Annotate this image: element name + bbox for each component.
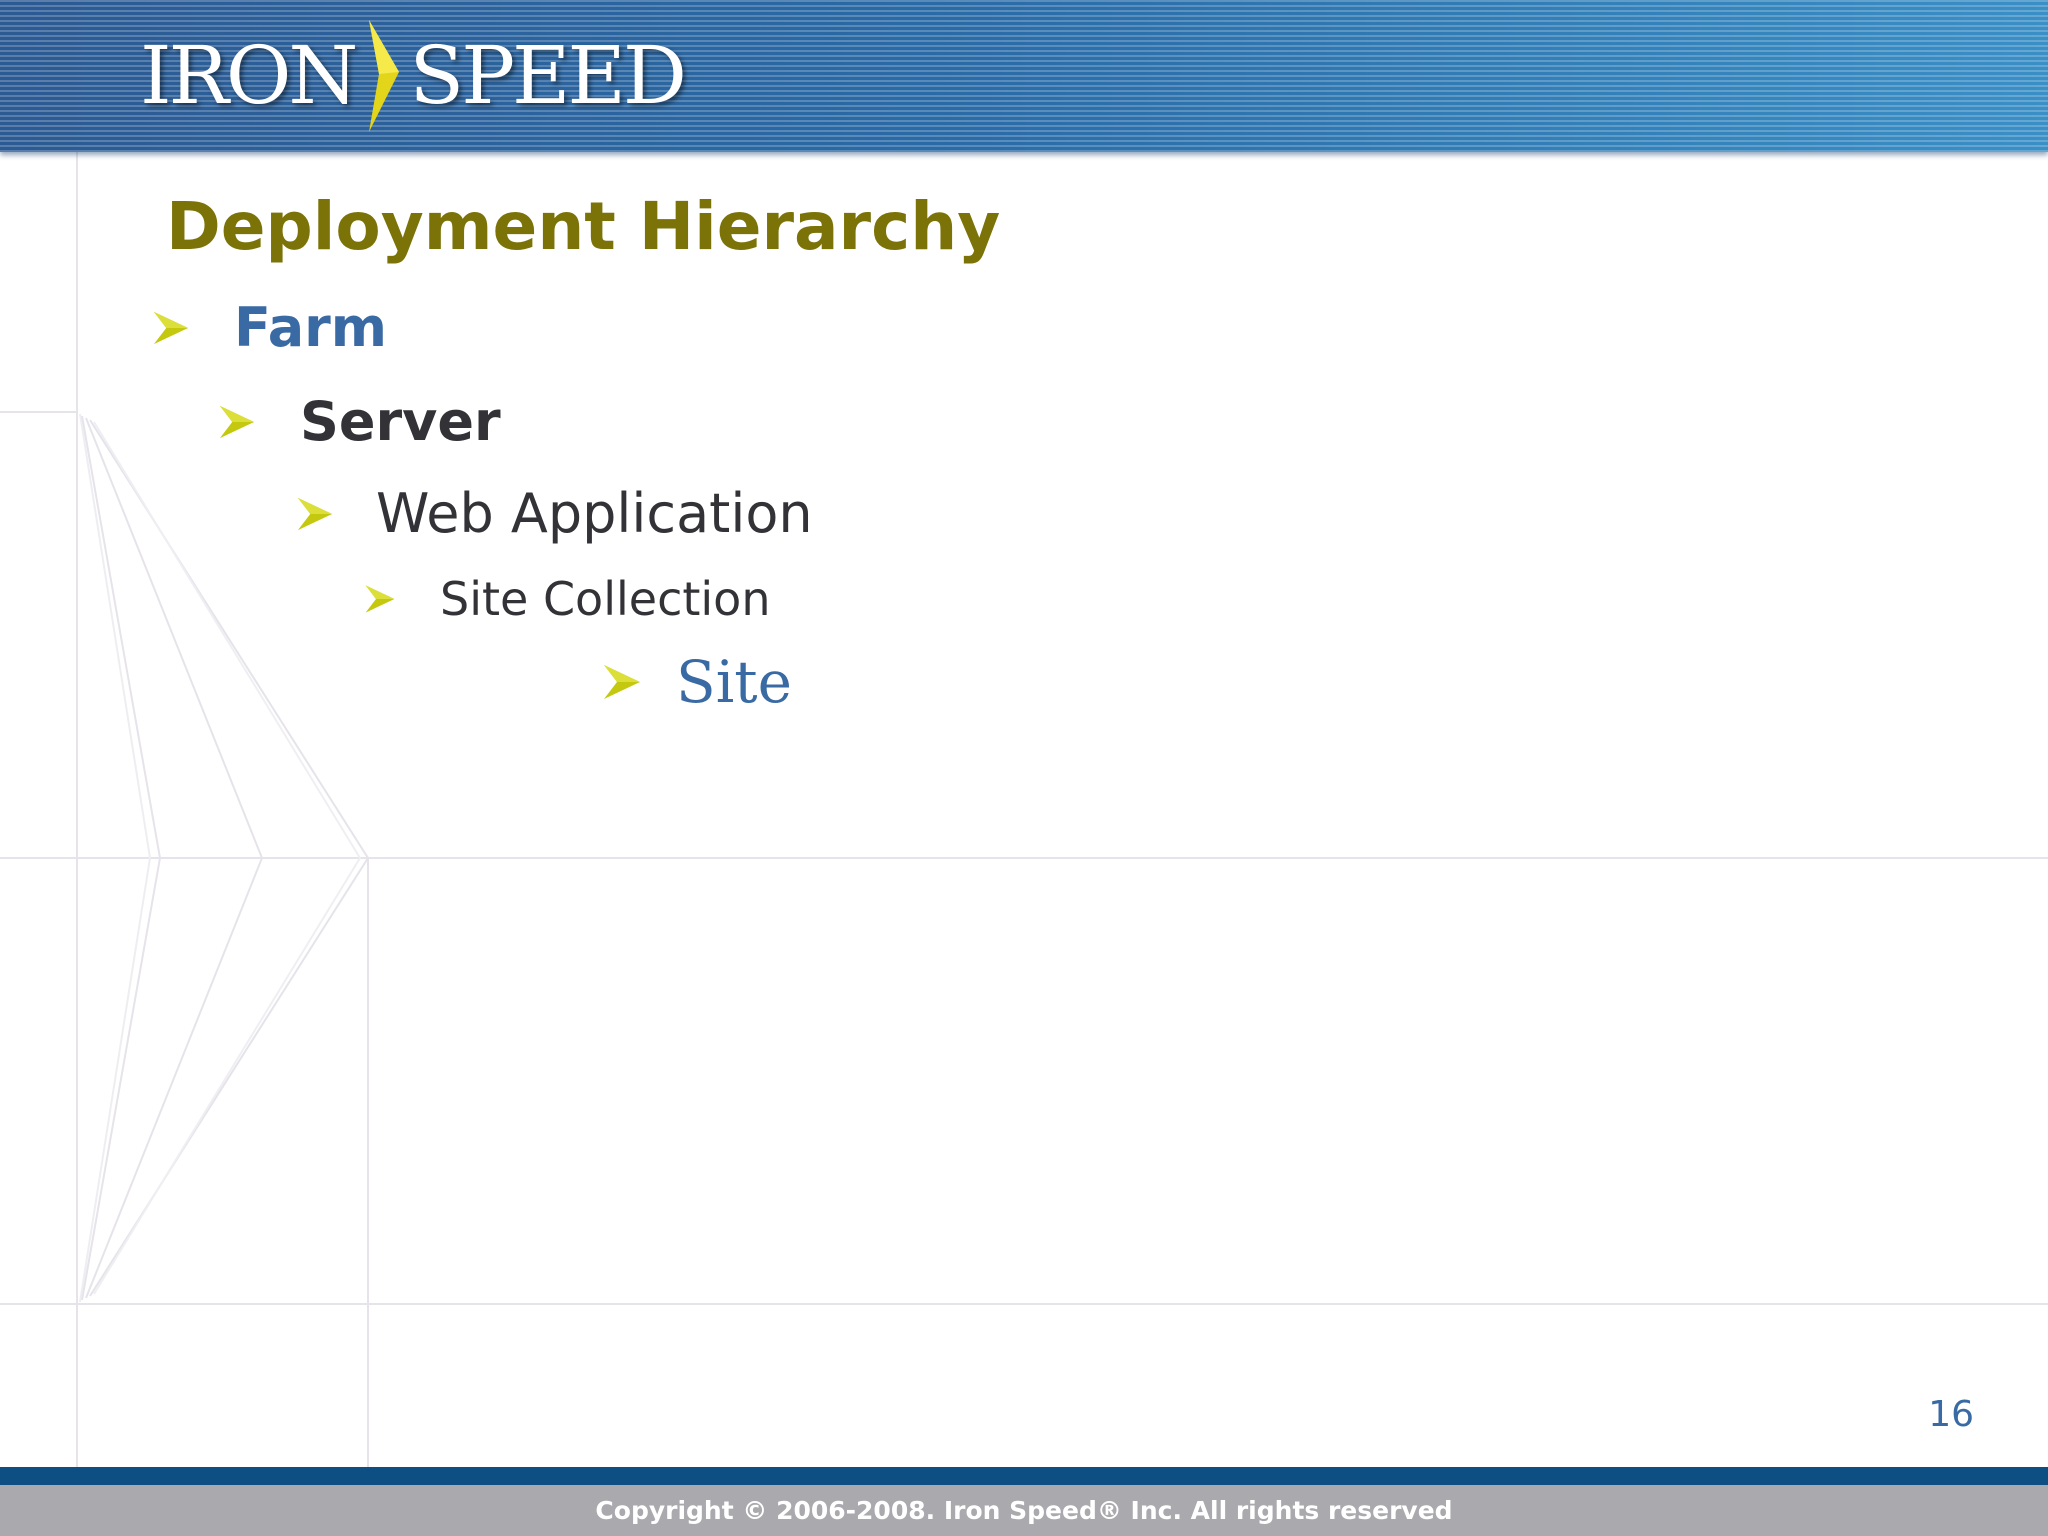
item-label: Web Application xyxy=(376,482,813,545)
arrowhead-bullet-icon xyxy=(297,497,333,530)
header-banner: IRON SPEED xyxy=(0,0,2048,152)
arrowhead-bullet-icon xyxy=(153,311,189,344)
iron-speed-logo: IRON SPEED xyxy=(140,18,687,133)
footer: Copyright © 2006-2008. Iron Speed® Inc. … xyxy=(0,1485,2048,1536)
list-item-web-application: Web Application xyxy=(296,482,813,545)
list-item-server: Server xyxy=(218,390,501,453)
arrowhead-bullet-icon xyxy=(219,405,255,438)
arrowhead-bullet-icon xyxy=(604,665,640,699)
logo-word-speed: SPEED xyxy=(409,29,687,122)
arrowhead-bullet-icon xyxy=(365,585,395,613)
list-item-site: Site xyxy=(602,648,792,716)
logo-word-iron: IRON xyxy=(140,29,358,122)
page-number: 16 xyxy=(1928,1394,1974,1435)
item-label: Farm xyxy=(234,296,388,359)
item-label: Server xyxy=(300,390,501,453)
copyright-notice: Copyright © 2006-2008. Iron Speed® Inc. … xyxy=(595,1496,1453,1525)
item-label: Site Collection xyxy=(440,572,771,626)
chevron-right-icon xyxy=(369,19,400,132)
item-label: Site xyxy=(676,648,792,716)
footer-accent-bar xyxy=(0,1467,2048,1485)
slide-title: Deployment Hierarchy xyxy=(166,188,1001,265)
list-item-farm: Farm xyxy=(152,296,387,359)
list-item-site-collection: Site Collection xyxy=(364,572,770,626)
